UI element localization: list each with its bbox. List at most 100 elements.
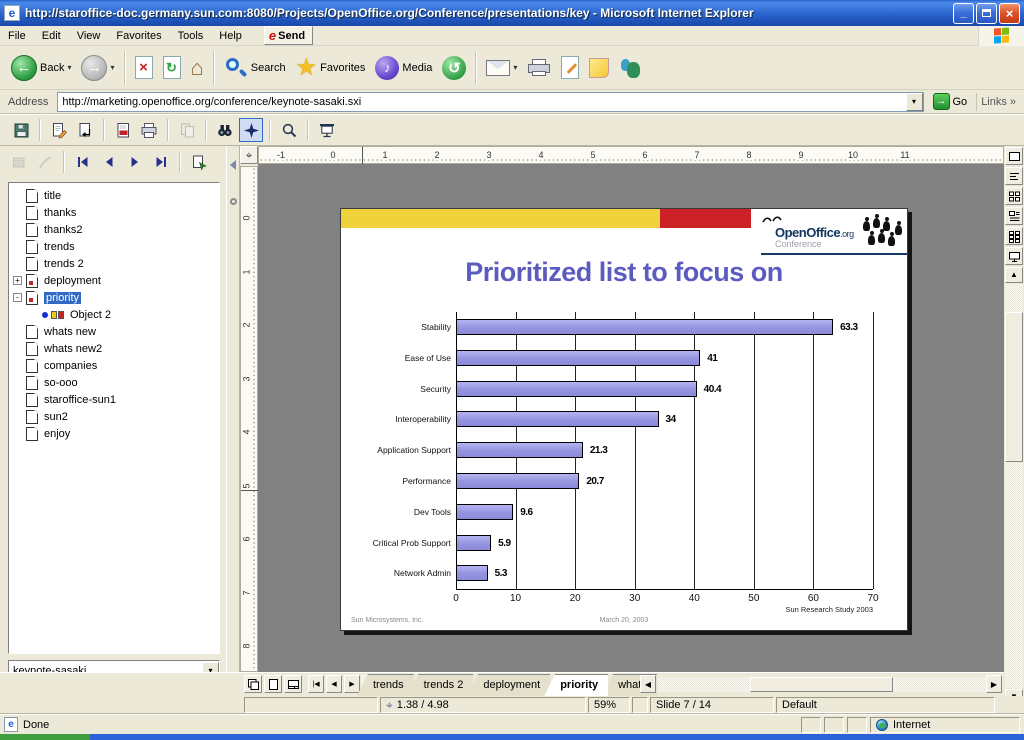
tree-item-thanks2[interactable]: thanks2 [9,221,219,238]
navigator-button[interactable] [239,118,263,142]
tree-item-companies[interactable]: companies [9,357,219,374]
slide-tab-priority[interactable]: priority [544,674,608,696]
tree-item-so-ooo[interactable]: so-ooo [9,374,219,391]
tree-item-Object-2[interactable]: Object 2 [9,306,219,323]
tree-item-trends-2[interactable]: trends 2 [9,255,219,272]
horizontal-scrollbar[interactable] [658,677,985,692]
load-url-button[interactable] [73,118,97,142]
slide-tab-trends-2[interactable]: trends 2 [408,674,474,696]
address-url[interactable]: http://marketing.openoffice.org/conferen… [58,96,905,108]
start-button-edge[interactable] [0,734,90,740]
tabs-scroll-left-icon[interactable]: ◀ [640,675,656,693]
forward-dropdown-icon[interactable]: ▾ [110,63,114,72]
forward-button[interactable]: → ▾ [76,52,119,84]
vertical-ruler[interactable]: 012345678 [240,166,258,672]
menu-item-view[interactable]: View [69,28,109,44]
panel-splitter[interactable] [226,146,240,696]
first-slide-button[interactable] [71,150,95,174]
tree-item-deployment[interactable]: +deployment [9,272,219,289]
messenger-button[interactable] [614,54,648,82]
drag-mode-button[interactable] [187,150,211,174]
first-tab-button[interactable]: |◀ [308,675,324,693]
horizontal-scrollbar-thumb[interactable] [750,677,893,692]
horizontal-ruler[interactable]: -101234567891011 [258,146,1004,164]
slide[interactable]: OpenOffice.org Conference Prioritized li… [340,208,908,631]
tree-expander-icon[interactable]: + [13,276,22,285]
previous-slide-button[interactable] [97,150,121,174]
print-button[interactable] [137,118,161,142]
save-button[interactable] [9,118,33,142]
scroll-up-icon[interactable]: ▲ [1005,267,1023,283]
edit-document-button[interactable] [47,118,71,142]
tree-item-thanks[interactable]: thanks [9,204,219,221]
back-button[interactable]: ← Back ▾ [6,52,76,84]
tree-item-whats-new[interactable]: whats new [9,323,219,340]
drawing-view-button[interactable] [1005,147,1023,165]
links-button[interactable]: Links » [976,93,1020,111]
vertical-scrollbar-thumb[interactable] [1005,312,1023,462]
menu-item-favorites[interactable]: Favorites [108,28,169,44]
favorites-button[interactable]: ★ Favorites [291,53,371,83]
close-button[interactable]: × [999,3,1020,24]
tree-item-title[interactable]: title [9,187,219,204]
back-dropdown-icon[interactable]: ▾ [67,63,71,72]
go-button[interactable]: → Go [929,92,972,111]
minimize-button[interactable]: _ [953,3,974,24]
zoom-button[interactable] [277,118,301,142]
tree-item-trends[interactable]: trends [9,238,219,255]
slide-tab-deployment[interactable]: deployment [467,674,550,696]
tree-item-staroffice-sun1[interactable]: staroffice-sun1 [9,391,219,408]
next-tab-button[interactable]: ▶ [344,675,360,693]
prev-tab-button[interactable]: ◀ [326,675,342,693]
find-button[interactable] [213,118,237,142]
media-button[interactable]: ♪ Media [370,53,437,83]
handout-view-button[interactable] [1005,227,1023,245]
slide-canvas[interactable]: OpenOffice.org Conference Prioritized li… [258,164,1004,672]
tree-item-whats-new2[interactable]: whats new2 [9,340,219,357]
mail-button[interactable]: ▾ [481,57,522,79]
notes-view-button[interactable] [1005,207,1023,225]
ruler-origin-button[interactable]: ⌖ [240,146,258,164]
tabs-scroll-right-icon[interactable]: ▶ [986,675,1002,693]
chart-value-label: 34 [666,414,676,425]
pointer-button[interactable] [7,150,31,174]
discuss-button[interactable] [584,55,614,81]
last-slide-button[interactable] [149,150,173,174]
stop-button[interactable]: × [130,53,158,82]
menu-item-tools[interactable]: Tools [170,28,212,44]
slide-show-button[interactable] [1005,247,1023,265]
pen-button[interactable] [33,150,57,174]
print-button[interactable] [522,56,556,80]
slide-view-mini-button[interactable] [244,675,262,693]
menu-item-help[interactable]: Help [211,28,250,44]
tree-expander-icon[interactable]: - [13,293,22,302]
address-dropdown-icon[interactable]: ▾ [906,93,923,111]
master-view-mini-button[interactable] [264,675,282,693]
collapse-panel-icon[interactable] [230,160,236,170]
send-button[interactable]: e Send [264,26,313,45]
vertical-scrollbar[interactable] [1005,284,1023,688]
copy-button[interactable] [175,118,199,142]
tree-item-sun2[interactable]: sun2 [9,408,219,425]
slide-tab-trends[interactable]: trends [357,674,414,696]
presentation-button[interactable] [315,118,339,142]
status-zoom-segment[interactable]: 59% [588,697,630,713]
menu-item-file[interactable]: File [0,28,34,44]
history-button[interactable]: ↺ [437,53,471,83]
menu-item-edit[interactable]: Edit [34,28,69,44]
mail-dropdown-icon[interactable]: ▾ [513,63,517,72]
tree-item-priority[interactable]: -priority [9,289,219,306]
tree-item-enjoy[interactable]: enjoy [9,425,219,442]
outline-view-button[interactable] [1005,167,1023,185]
edit-button[interactable] [556,53,584,82]
search-button[interactable]: Search [219,53,291,83]
slide-sorter-button[interactable] [1005,187,1023,205]
restore-button[interactable] [976,3,997,24]
taskbar-edge[interactable] [0,734,1024,740]
address-input[interactable]: http://marketing.openoffice.org/conferen… [57,92,923,112]
refresh-button[interactable]: ↻ [158,53,186,82]
home-button[interactable]: ⌂ [186,54,209,82]
export-pdf-button[interactable] [111,118,135,142]
layer-view-mini-button[interactable] [284,675,302,693]
next-slide-button[interactable] [123,150,147,174]
